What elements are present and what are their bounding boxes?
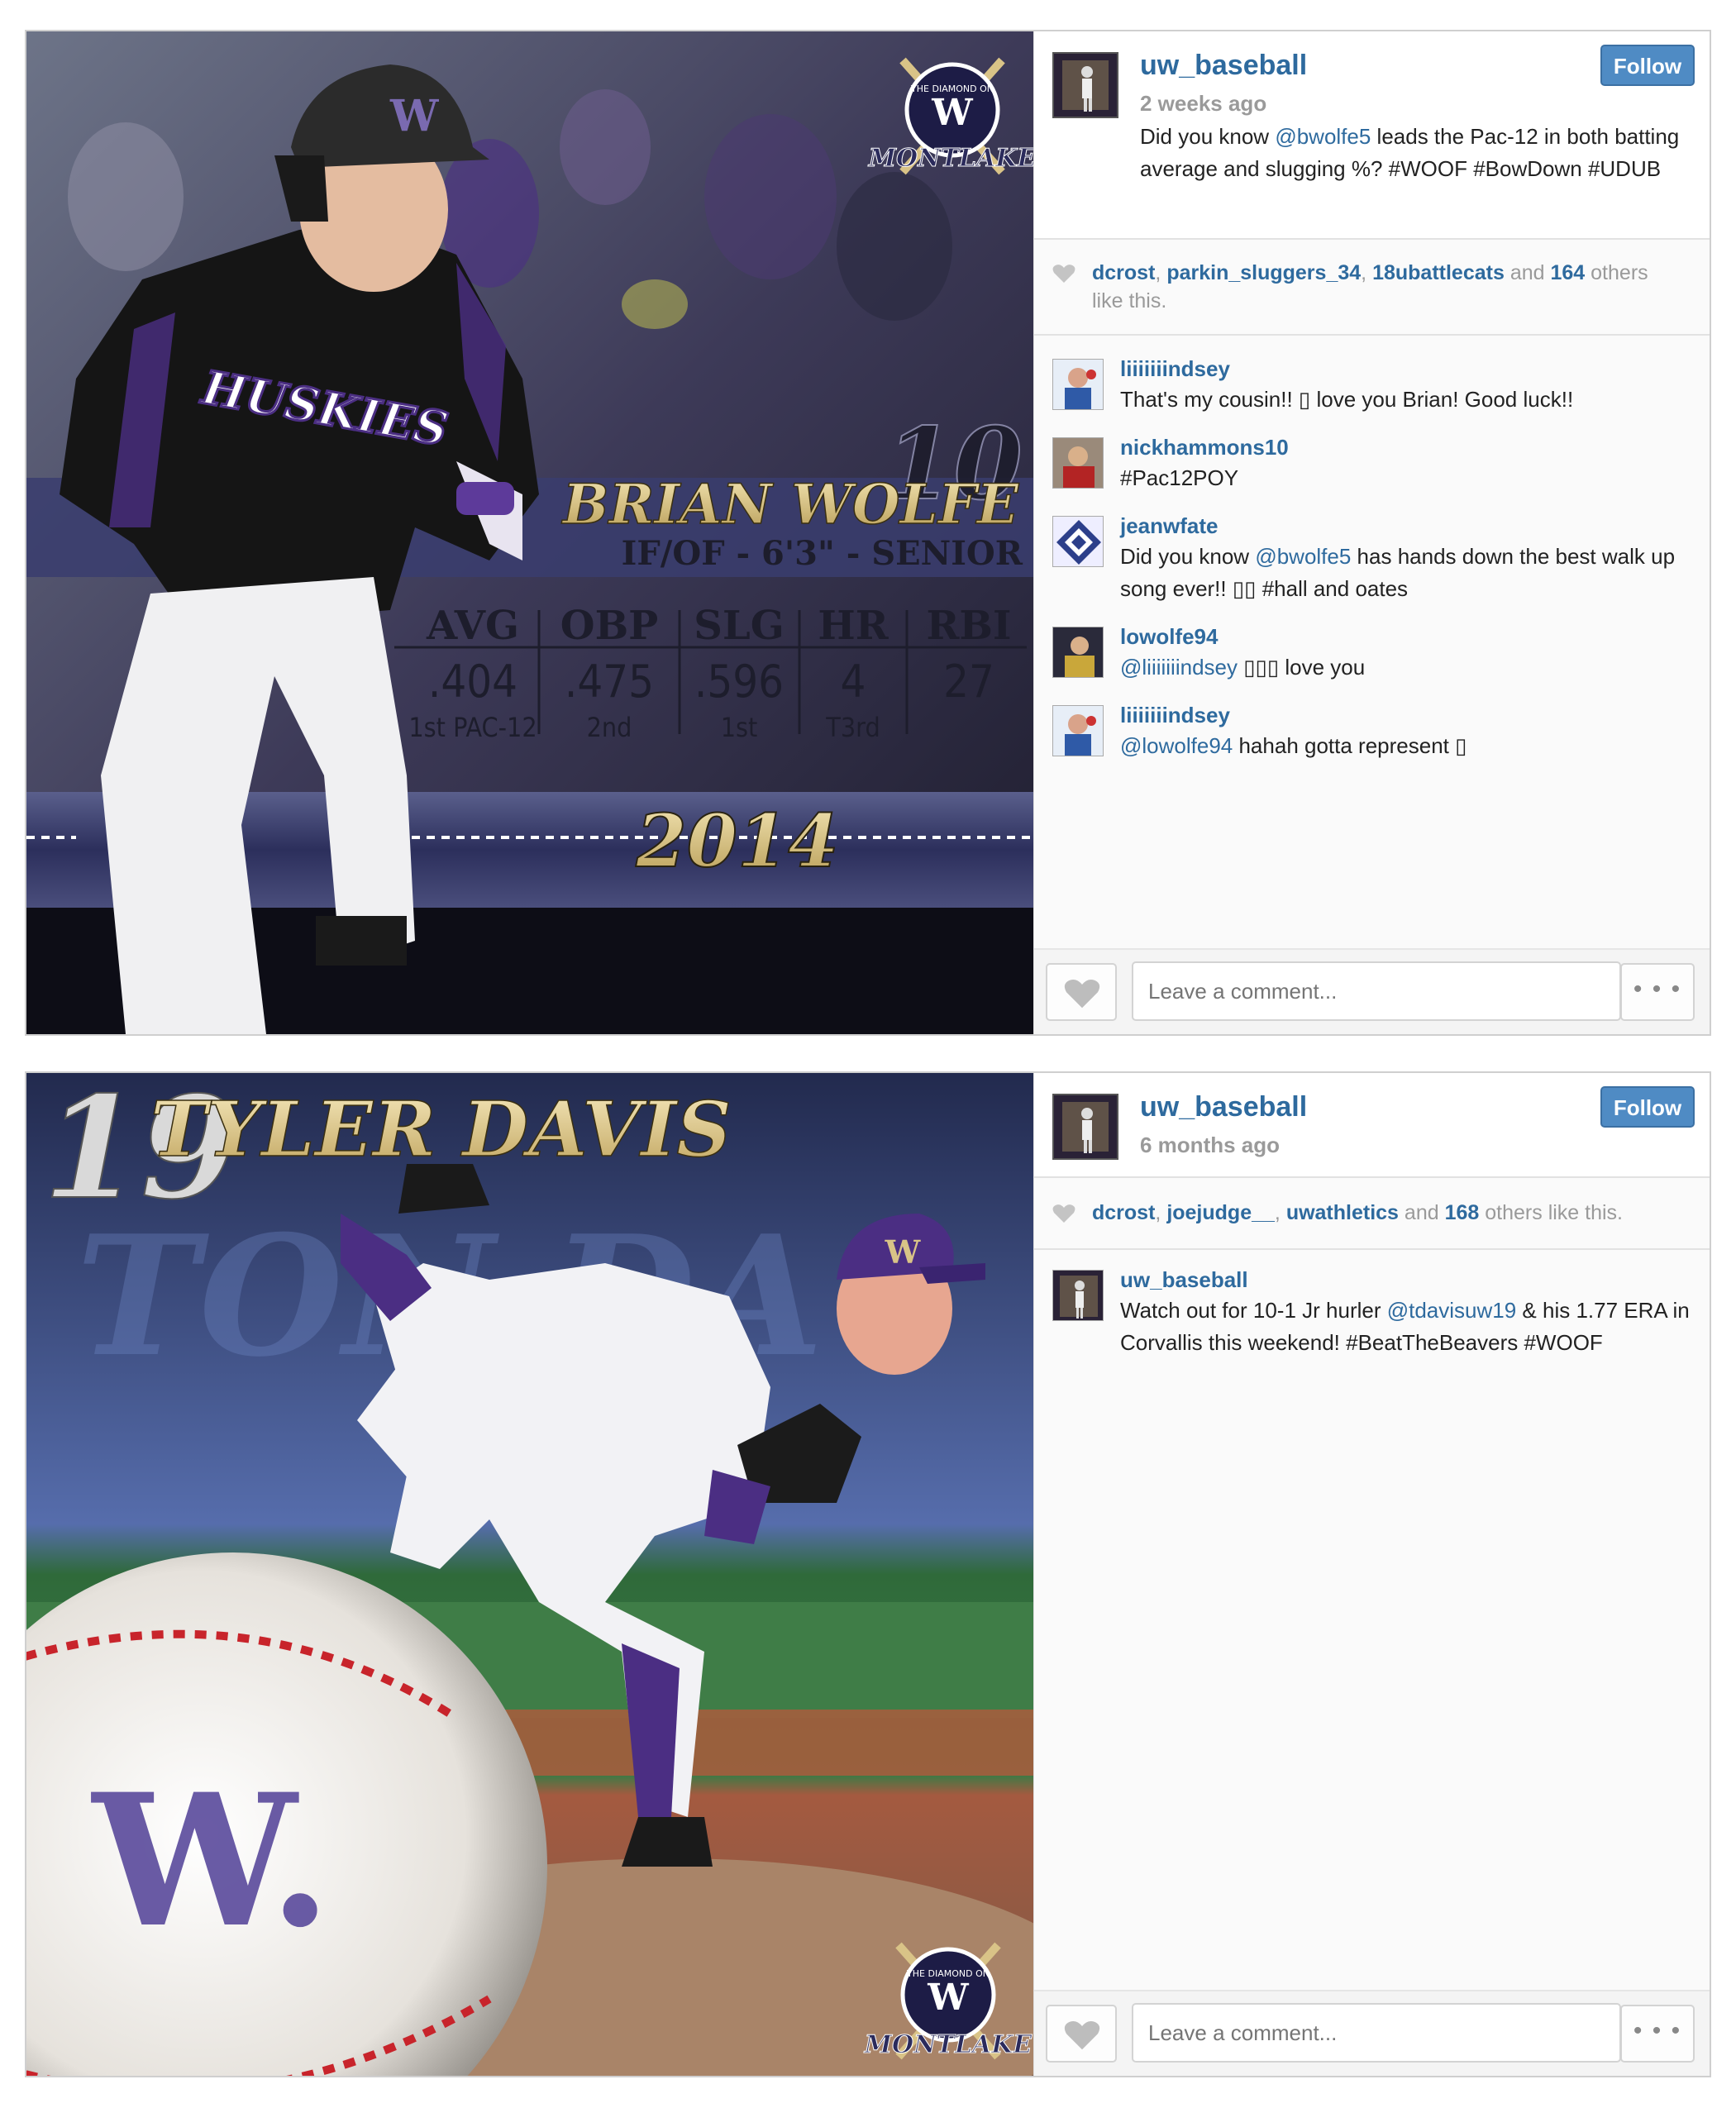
username[interactable]: uw_baseball <box>1140 1091 1307 1123</box>
svg-text:27: 27 <box>943 656 994 708</box>
mention-link[interactable]: @tdavisuw19 <box>1387 1298 1516 1323</box>
liker-link[interactable]: parkin_sluggers_34 <box>1166 261 1361 284</box>
ball-logo: W. <box>91 1753 331 1967</box>
svg-text:AVG: AVG <box>426 603 519 649</box>
player-name: TYLER DAVIS <box>150 1085 732 1174</box>
comment-username[interactable]: liiiiiiindsey <box>1120 700 1710 730</box>
comment-input[interactable] <box>1132 961 1621 1021</box>
svg-text:2nd: 2nd <box>587 712 632 743</box>
comment-avatar[interactable] <box>1052 359 1104 410</box>
post-photo[interactable]: W HUSKIES THE DIAMOND ON W MONTLAKE 10 B… <box>26 31 1033 1034</box>
instagram-post-tyler-davis: TON DA W W. 19 TYLER DAVIS <box>25 1071 1711 2077</box>
comment: lowolfe94 @liiiiiiindsey ▯▯▯ love you <box>1034 622 1710 684</box>
svg-text:1st: 1st <box>721 712 758 743</box>
mention-link[interactable]: @bwolfe5 <box>1275 124 1371 149</box>
comment-text: That's my cousin!! ▯ love you Brian! Goo… <box>1120 387 1574 412</box>
comment-avatar[interactable] <box>1052 437 1104 489</box>
liker-link[interactable]: 18ubattlecats <box>1372 261 1505 284</box>
svg-text:SLG: SLG <box>694 603 784 649</box>
more-options-button[interactable]: • • • <box>1620 963 1695 1021</box>
svg-text:RBI: RBI <box>927 603 1012 649</box>
svg-text:HR: HR <box>818 603 889 649</box>
comment-username[interactable]: lowolfe94 <box>1120 622 1710 651</box>
comment-avatar[interactable] <box>1052 516 1104 567</box>
comment-avatar[interactable] <box>1052 705 1104 756</box>
comment-list: uw_baseball Watch out for 10-1 Jr hurler… <box>1034 1265 1710 1376</box>
svg-text:OBP: OBP <box>560 603 658 649</box>
post-sidebar: uw_baseball 2 weeks ago Follow Did you k… <box>1033 31 1710 1034</box>
comment-bar: • • • <box>1034 948 1710 1034</box>
comment: jeanwfate Did you know @bwolfe5 has hand… <box>1034 511 1710 605</box>
liker-link[interactable]: joejudge__ <box>1166 1201 1275 1224</box>
comment-avatar[interactable] <box>1052 1270 1104 1321</box>
post-header: uw_baseball 6 months ago Follow <box>1034 1073 1710 1178</box>
comment-text: @liiiiiiindsey ▯▯▯ love you <box>1120 655 1366 680</box>
comment: uw_baseball Watch out for 10-1 Jr hurler… <box>1034 1265 1710 1359</box>
player-info: IF/OF - 6'3" - SENIOR <box>622 534 1023 573</box>
comment-username[interactable]: uw_baseball <box>1120 1265 1710 1295</box>
svg-text:MONTLAKE: MONTLAKE <box>864 2030 1033 2059</box>
svg-text:.404: .404 <box>428 656 517 708</box>
comment-username[interactable]: nickhammons10 <box>1120 432 1710 462</box>
username[interactable]: uw_baseball <box>1140 50 1307 82</box>
comment-input[interactable] <box>1132 2003 1621 2063</box>
post-caption: Did you know @bwolfe5 leads the Pac-12 i… <box>1140 124 1680 181</box>
comment: liiiiiiindsey That's my cousin!! ▯ love … <box>1034 354 1710 416</box>
heart-icon <box>1052 265 1075 283</box>
like-button[interactable] <box>1046 2005 1117 2063</box>
likes-count[interactable]: 164 <box>1550 261 1585 284</box>
comment-list: liiiiiiindsey That's my cousin!! ▯ love … <box>1034 354 1710 779</box>
likes-summary: dcrost, parkin_sluggers_34, 18ubattlecat… <box>1034 259 1710 315</box>
comment-bar: • • • <box>1034 1990 1710 2076</box>
tyler-davis-graphic: TON DA W W. 19 TYLER DAVIS <box>26 1073 1033 2076</box>
svg-text:4: 4 <box>841 656 866 708</box>
year-label: 2014 <box>636 798 839 884</box>
heart-icon <box>1064 979 1100 1009</box>
post-sidebar: uw_baseball 6 months ago Follow dcrost, … <box>1033 1073 1710 2076</box>
likes-summary: dcrost, joejudge__, uwathletics and 168 … <box>1034 1199 1710 1227</box>
svg-text:.475: .475 <box>565 656 654 708</box>
brian-wolfe-graphic: W HUSKIES THE DIAMOND ON W MONTLAKE 10 B… <box>26 31 1033 1034</box>
post-photo[interactable]: TON DA W W. 19 TYLER DAVIS <box>26 1073 1033 2076</box>
instagram-post-brian-wolfe: W HUSKIES THE DIAMOND ON W MONTLAKE 10 B… <box>25 30 1711 1036</box>
time-ago: 6 months ago <box>1140 1133 1281 1157</box>
comment-text: Watch out for 10-1 Jr hurler @tdavisuw19… <box>1120 1298 1690 1355</box>
likes-count[interactable]: 168 <box>1445 1201 1480 1224</box>
avatar[interactable] <box>1052 1094 1118 1160</box>
comment: liiiiiiindsey @lowolfe94 hahah gotta rep… <box>1034 700 1710 762</box>
heart-icon <box>1052 1204 1075 1223</box>
svg-text:.596: .596 <box>694 656 784 708</box>
like-button[interactable] <box>1046 963 1117 1021</box>
svg-text:1st PAC-12: 1st PAC-12 <box>408 712 537 743</box>
heart-icon <box>1064 2020 1100 2050</box>
follow-button[interactable]: Follow <box>1600 1086 1695 1128</box>
comment-username[interactable]: liiiiiiindsey <box>1120 354 1710 384</box>
follow-button[interactable]: Follow <box>1600 45 1695 86</box>
time-ago: 2 weeks ago <box>1140 91 1267 116</box>
comment-text: @lowolfe94 hahah gotta represent ▯ <box>1120 733 1467 758</box>
comment-avatar[interactable] <box>1052 627 1104 678</box>
liker-link[interactable]: uwathletics <box>1286 1201 1399 1224</box>
liker-link[interactable]: dcrost <box>1092 261 1155 284</box>
liker-link[interactable]: dcrost <box>1092 1201 1155 1224</box>
cap-logo: W <box>885 1233 922 1271</box>
post-header: uw_baseball 2 weeks ago Follow Did you k… <box>1034 31 1710 240</box>
mention-link[interactable]: @liiiiiiindsey <box>1120 655 1238 680</box>
comment-text: #Pac12POY <box>1120 465 1239 490</box>
svg-text:MONTLAKE: MONTLAKE <box>868 144 1033 173</box>
avatar[interactable] <box>1052 52 1118 118</box>
helmet-logo: W <box>389 91 440 141</box>
svg-text:W: W <box>931 92 973 134</box>
comment-text: Did you know @bwolfe5 has hands down the… <box>1120 544 1676 601</box>
more-options-button[interactable]: • • • <box>1620 2005 1695 2063</box>
mention-link[interactable]: @bwolfe5 <box>1255 544 1351 569</box>
comment: nickhammons10 #Pac12POY <box>1034 432 1710 494</box>
svg-text:T3rd: T3rd <box>825 712 880 743</box>
player-name: BRIAN WOLFE <box>561 472 1020 537</box>
mention-link[interactable]: @lowolfe94 <box>1120 733 1233 758</box>
comment-username[interactable]: jeanwfate <box>1120 511 1710 541</box>
svg-text:W: W <box>927 1977 969 2019</box>
